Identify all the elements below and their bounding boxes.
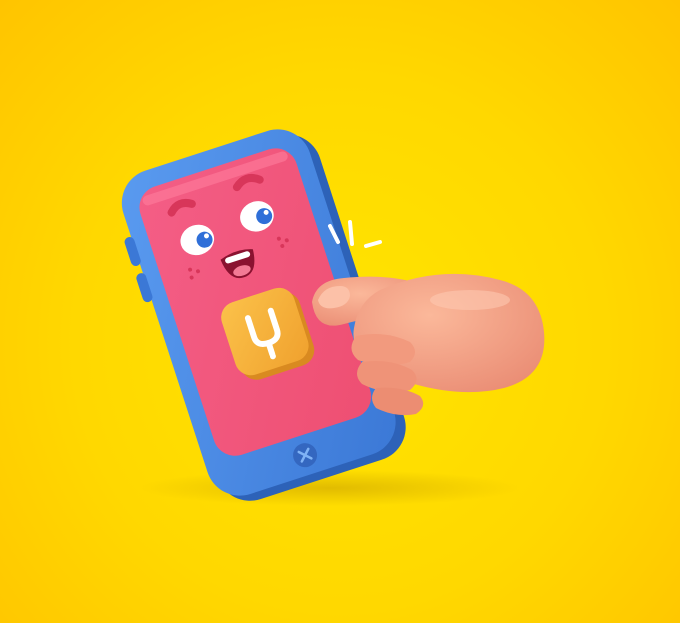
illustration-svg (121, 129, 545, 506)
hand-highlight (430, 290, 510, 310)
illustration-scene (0, 0, 680, 623)
